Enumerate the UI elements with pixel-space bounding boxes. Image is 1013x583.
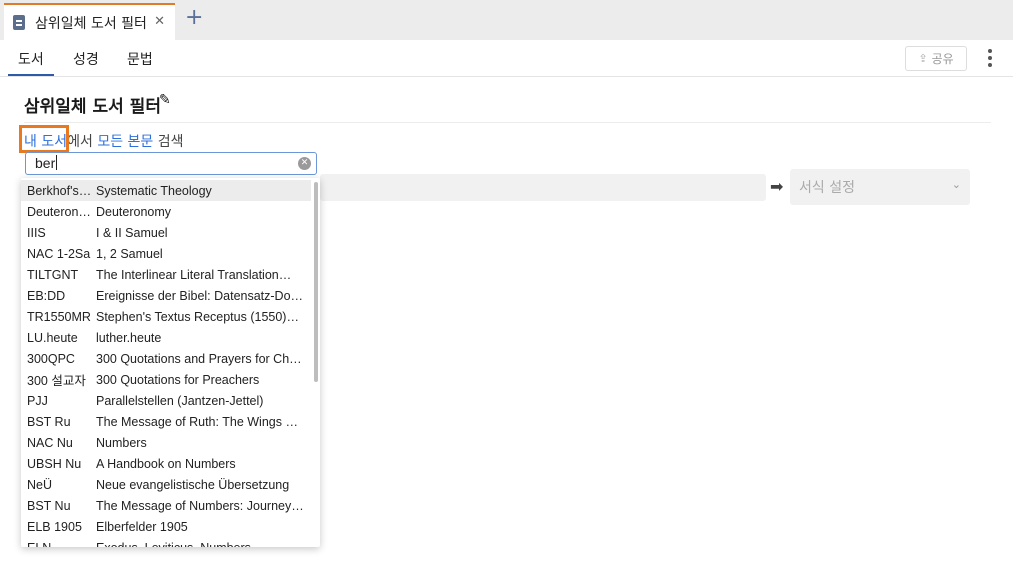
item-abbreviation: PJJ (27, 393, 48, 408)
list-item[interactable]: TR1550MR Stephen's Textus Receptus (1550)… (21, 306, 311, 327)
item-title: The Interlinear Literal Translation… (96, 267, 292, 282)
add-tab-button[interactable]: + (185, 7, 203, 29)
page-title: 삼위일체 도서 필터 (24, 97, 161, 117)
search-label: 검색 (157, 134, 184, 150)
item-title: Neue evangelistische Übersetzung (96, 477, 290, 492)
document-tab[interactable]: 삼위일체 도서 필터 ✕ (4, 3, 175, 40)
item-abbreviation: EB:DD (27, 288, 66, 303)
more-options-icon[interactable] (986, 49, 994, 67)
divider (24, 122, 991, 123)
list-item[interactable]: UBSH Nu A Handbook on Numbers (21, 453, 311, 474)
share-label: 공유 (931, 52, 954, 66)
item-abbreviation: ELN (21, 541, 96, 548)
format-placeholder: 서식 설정 (799, 180, 855, 196)
list-item[interactable]: 300 설교자 300 Quotations for Preachers (21, 369, 311, 390)
item-abbreviation: UBSH Nu (27, 456, 82, 471)
item-title: Exodus, Leviticus, Numbers (96, 541, 304, 548)
item-abbreviation: TILTGNT (27, 267, 79, 282)
tab-strip: 삼위일체 도서 필터 ✕ + (0, 0, 1013, 40)
item-abbreviation: NeÜ (27, 477, 53, 492)
item-title: Systematic Theology (96, 183, 212, 198)
pencil-icon[interactable]: ✎ (159, 92, 171, 108)
item-title: Deuteronomy (96, 204, 172, 219)
input-value: ber (35, 155, 58, 171)
item-abbreviation: TR1550MR (27, 309, 91, 324)
clear-icon[interactable]: ✕ (298, 157, 311, 170)
item-title: A Handbook on Numbers (96, 456, 236, 471)
item-title: Numbers (96, 435, 147, 450)
close-icon[interactable]: ✕ (154, 14, 165, 29)
list-item[interactable]: BST Ru The Message of Ruth: The Wings of… (21, 411, 311, 432)
tab-grammar[interactable]: 문법 (127, 49, 153, 69)
tab-title: 삼위일체 도서 필터 (35, 15, 147, 32)
item-abbreviation: Berkhof's… (27, 183, 92, 198)
share-button[interactable]: ⇪ 공유 (905, 46, 967, 71)
tab-books[interactable]: 도서 (8, 49, 54, 76)
share-icon: ⇪ (918, 52, 928, 65)
document-icon (13, 15, 25, 30)
item-abbreviation: BST Nu (27, 498, 71, 513)
list-item[interactable]: LU.heute luther.heute (21, 327, 311, 348)
item-title: I & II Samuel (96, 225, 168, 240)
item-abbreviation: Deuteron… (27, 204, 91, 219)
list-item[interactable]: Berkhof's… Systematic Theology (21, 180, 311, 201)
item-abbreviation: ELB 1905 (27, 519, 82, 534)
list-item[interactable]: Deuteron… Deuteronomy (21, 201, 311, 222)
item-title: Ereignisse der Bibel: Datensatz-Do… (96, 288, 304, 303)
item-abbreviation: IIIS (27, 225, 46, 240)
item-title: 300 Quotations and Prayers for Chr… (96, 351, 304, 366)
list-item[interactable]: ELB 1905 Elberfelder 1905 (21, 516, 311, 537)
item-abbreviation: BST Ru (27, 414, 71, 429)
list-item[interactable]: NeÜ Neue evangelistische Übersetzung (21, 474, 311, 495)
list-item[interactable]: BST Nu The Message of Numbers: Journey… (21, 495, 311, 516)
list-item[interactable]: NAC 1-2Sa 1, 2 Samuel (21, 243, 311, 264)
item-title: 300 Quotations for Preachers (96, 372, 260, 387)
list-item[interactable]: 300QPC 300 Quotations and Prayers for Chr… (21, 348, 311, 369)
list-item[interactable]: ELNExodus, Leviticus, Numbers (21, 537, 311, 548)
search-query-bar[interactable] (320, 174, 766, 201)
tab-bible[interactable]: 성경 (73, 49, 99, 69)
item-abbreviation: NAC Nu (27, 435, 73, 450)
highlight-box (19, 125, 69, 153)
item-title: Elberfelder 1905 (96, 519, 188, 534)
list-item[interactable]: EB:DD Ereignisse der Bibel: Datensatz-Do… (21, 285, 311, 306)
all-text-link[interactable]: 모든 본문 (97, 134, 153, 150)
scrollbar-thumb[interactable] (314, 182, 318, 382)
item-title: Parallelstellen (Jantzen-Jettel) (96, 393, 264, 408)
library-dropdown: ELNExodus, Leviticus, Numbers ELB 1905 Elb… (21, 178, 320, 547)
list-item[interactable]: NAC Nu Numbers (21, 432, 311, 453)
item-title: The Message of Ruth: The Wings of… (96, 414, 304, 429)
item-abbreviation: 300 설교자 (27, 374, 86, 388)
item-abbreviation: NAC 1-2Sa (27, 246, 91, 261)
item-title: Stephen's Textus Receptus (1550)… (96, 309, 299, 324)
list-item[interactable]: IIIS I & II Samuel (21, 222, 311, 243)
library-filter-input[interactable]: ber ✕ (25, 152, 317, 175)
tool-nav: 도서 성경 문법 ⇪ 공유 (0, 40, 1013, 77)
chevron-down-icon: ⌄ (951, 178, 961, 191)
item-abbreviation: LU.heute (27, 330, 78, 345)
arrow-right-icon: ➡ (770, 177, 784, 196)
list-item[interactable]: PJJ Parallelstellen (Jantzen-Jettel) (21, 390, 311, 411)
item-title: luther.heute (96, 330, 162, 345)
list-item[interactable]: TILTGNT The Interlinear Literal Translati… (21, 264, 311, 285)
item-abbreviation: 300QPC (27, 351, 75, 366)
format-select[interactable]: 서식 설정 ⌄ (790, 169, 970, 205)
in-label: 에서 (67, 134, 93, 150)
item-title: 1, 2 Samuel (96, 246, 163, 261)
item-title: The Message of Numbers: Journey… (96, 498, 304, 513)
